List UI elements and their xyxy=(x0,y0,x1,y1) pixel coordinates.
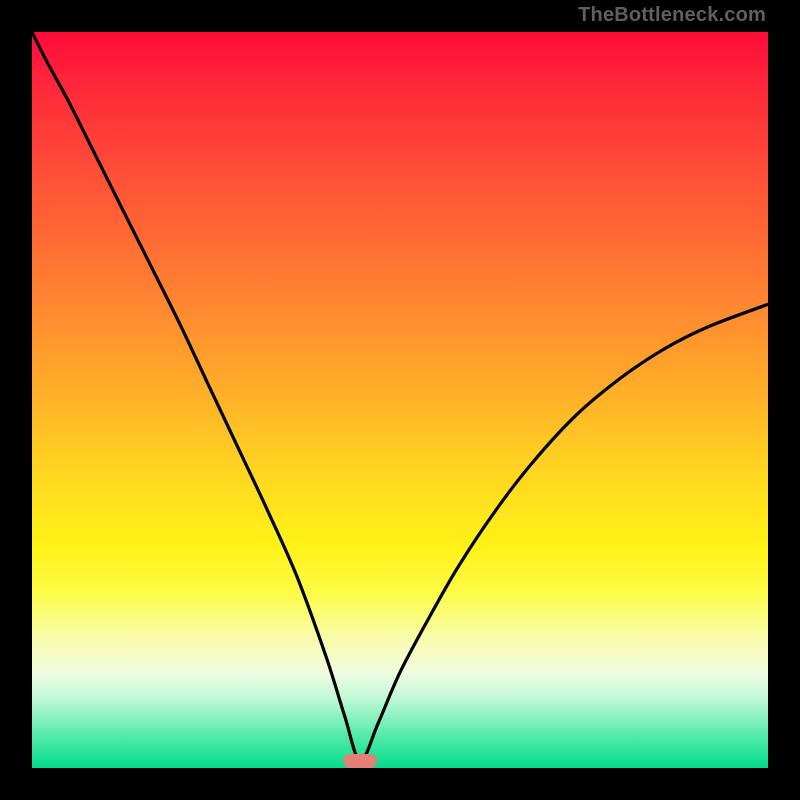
watermark-text: TheBottleneck.com xyxy=(578,4,766,27)
chart-frame: TheBottleneck.com xyxy=(0,0,800,800)
optimum-marker xyxy=(343,754,377,768)
plot-background xyxy=(32,32,768,768)
